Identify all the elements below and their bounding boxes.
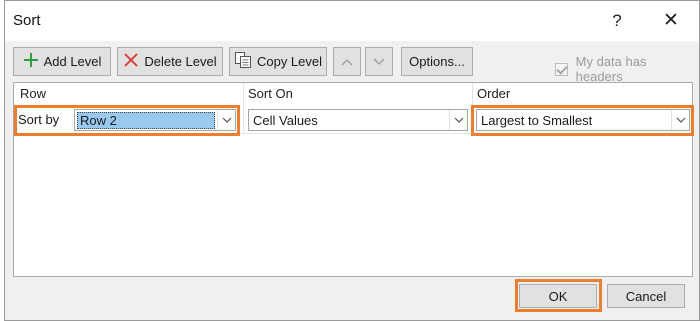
sort-on-select[interactable]: Cell Values bbox=[248, 109, 468, 131]
copy-level-label: Copy Level bbox=[256, 54, 323, 69]
chevron-down-icon bbox=[373, 54, 385, 69]
checkbox-check-icon bbox=[555, 62, 568, 76]
options-label: Options... bbox=[409, 54, 465, 69]
highlight-box-order bbox=[471, 105, 694, 136]
copy-level-button[interactable]: Copy Level bbox=[229, 47, 327, 76]
move-up-button[interactable] bbox=[333, 47, 361, 76]
options-button[interactable]: Options... bbox=[401, 47, 473, 76]
dialog-title: Sort bbox=[13, 12, 41, 29]
my-data-has-headers-checkbox[interactable]: My data has headers bbox=[555, 54, 693, 84]
toolbar: Add Level Delete Level Copy Level Option… bbox=[13, 47, 693, 84]
add-level-label: Add Level bbox=[43, 54, 102, 69]
chevron-up-icon bbox=[341, 54, 353, 69]
copy-icon bbox=[234, 51, 252, 72]
help-button[interactable]: ? bbox=[603, 9, 631, 33]
add-level-button[interactable]: Add Level bbox=[13, 47, 111, 76]
column-header-order: Order bbox=[477, 86, 511, 101]
highlight-box-ok bbox=[515, 279, 602, 312]
column-header-row: Row bbox=[20, 86, 47, 101]
title-bar: Sort ? ✕ bbox=[5, 1, 699, 41]
close-button[interactable]: ✕ bbox=[657, 9, 685, 33]
delete-level-button[interactable]: Delete Level bbox=[117, 47, 223, 76]
chevron-down-icon[interactable] bbox=[449, 110, 467, 130]
x-icon bbox=[123, 52, 139, 71]
cancel-button[interactable]: Cancel bbox=[607, 284, 685, 308]
my-data-has-headers-label: My data has headers bbox=[575, 54, 647, 84]
highlight-box-row bbox=[14, 105, 240, 136]
sort-levels-grid: Row Sort On Order Sort by Row 2 Cell Val… bbox=[13, 82, 694, 277]
cancel-label: Cancel bbox=[625, 288, 667, 304]
column-divider bbox=[243, 83, 244, 133]
column-header-sort-on: Sort On bbox=[248, 86, 293, 101]
sort-on-select-value: Cell Values bbox=[253, 112, 318, 128]
delete-level-label: Delete Level bbox=[144, 54, 217, 69]
move-down-button[interactable] bbox=[365, 47, 393, 76]
sort-dialog: Sort ? ✕ Add Level Delete Level Copy Lev… bbox=[4, 0, 700, 321]
plus-icon bbox=[23, 52, 39, 71]
